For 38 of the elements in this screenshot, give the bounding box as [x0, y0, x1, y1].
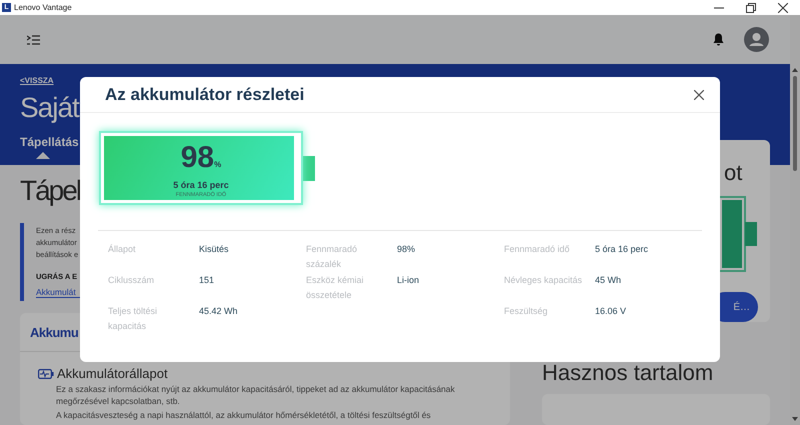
- section-title: Tápel: [20, 174, 80, 208]
- detail-label: Névleges kapacitás: [504, 274, 584, 287]
- remaining-time: 5 óra 16 perc: [173, 180, 229, 190]
- close-icon[interactable]: [694, 90, 704, 100]
- tab[interactable]: Tápellátás: [20, 135, 79, 159]
- detail-value: 98%: [397, 243, 416, 256]
- menu-icon[interactable]: [27, 34, 40, 44]
- scroll-down-icon[interactable]: [792, 417, 798, 421]
- battery-tip: [303, 156, 315, 180]
- battery-icon: [718, 196, 760, 272]
- detail-value: Li-ion: [397, 274, 420, 287]
- battery-health-icon: [38, 368, 54, 378]
- back-link[interactable]: <VISSZA: [20, 76, 54, 85]
- card-title: ot: [724, 160, 742, 186]
- dialog-title: Az akkumulátor részletei: [105, 84, 304, 104]
- detail-label: Állapot: [108, 243, 137, 256]
- avatar-icon[interactable]: [744, 27, 769, 52]
- detail-value: 5 óra 16 perc: [595, 243, 648, 256]
- page-title: Saját: [20, 91, 79, 125]
- detail-label: Ciklusszám: [108, 274, 156, 287]
- scroll-up-icon[interactable]: [792, 68, 798, 72]
- scrollbar[interactable]: [790, 15, 800, 425]
- detail-label: Fennmaradó százalék: [306, 243, 358, 271]
- item-title: Akkumulátorállapot: [57, 366, 168, 381]
- bell-icon[interactable]: [713, 33, 724, 46]
- description-text: Ez a szakasz információkat nyújt az akkumulátor kapacitásáról, tippeket ad az akkumulátor kapacitásának megőrzésével kapcsolatban, stb.: [56, 383, 456, 407]
- description-text: A kapacitásveszteség a napi használattól, az akkumulátor hőmérsékletétől, a töltési feszültségtől és: [56, 409, 432, 421]
- detail-value: 16.06 V: [595, 305, 626, 318]
- detail-label: Fennmaradó idő: [504, 243, 571, 256]
- battery-percent: 98%: [180, 142, 222, 176]
- close-icon[interactable]: [778, 2, 788, 12]
- detail-value: 151: [199, 274, 214, 287]
- section-title: Hasznos tartalom: [542, 360, 714, 386]
- detail-value: Kisütés: [199, 243, 229, 256]
- restore-icon[interactable]: [746, 2, 756, 12]
- window-title: Lenovo Vantage: [14, 3, 72, 12]
- detail-label: Eszköz kémiai összetétele: [306, 274, 365, 302]
- detail-value: 45 Wh: [595, 274, 622, 287]
